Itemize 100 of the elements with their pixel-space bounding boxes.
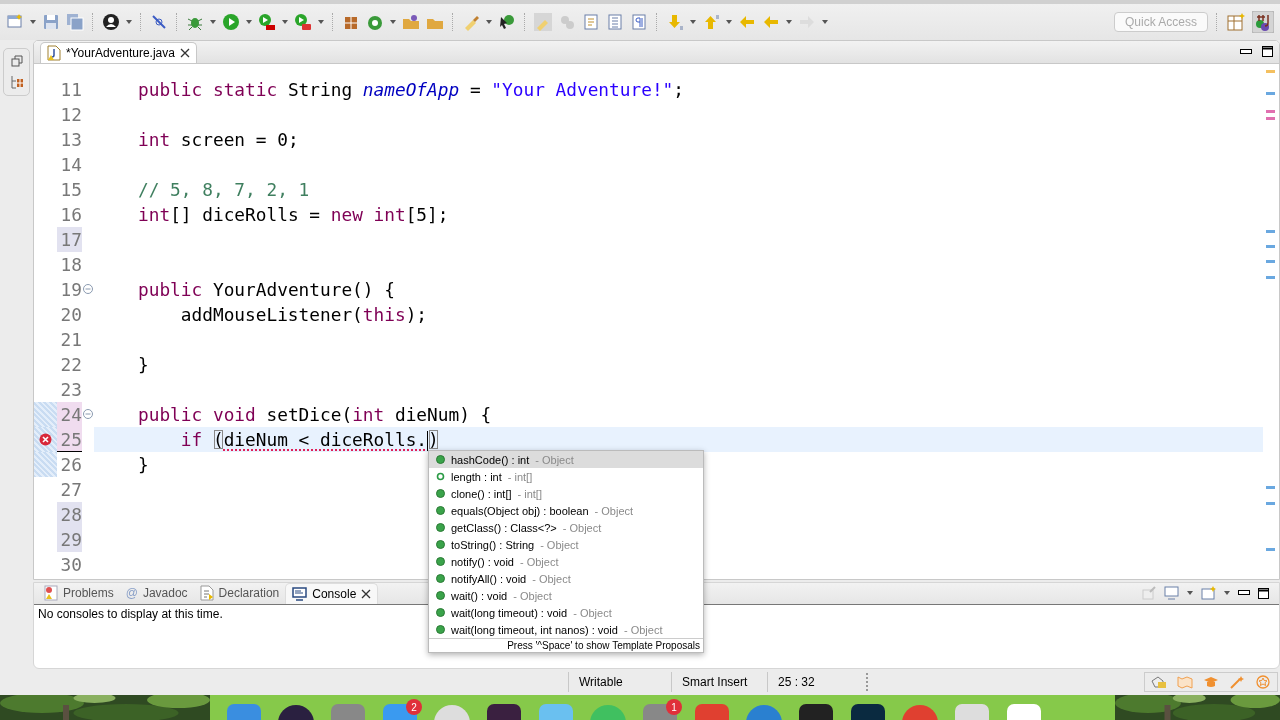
line-number: 26	[59, 452, 82, 477]
pilcrow-icon[interactable]	[630, 12, 648, 31]
line-number: 30	[59, 552, 82, 577]
code-line: // 5, 8, 7, 2, 1	[138, 178, 310, 200]
completion-item[interactable]: wait() : void - Object	[429, 587, 703, 604]
document-icon[interactable]	[582, 12, 600, 31]
cursor-position: 25 : 32	[767, 671, 862, 692]
java-file-icon	[47, 44, 61, 61]
code-line: public void setDice(int dieNum) {	[138, 403, 492, 425]
quick-access-field[interactable]: Quick Access	[1114, 11, 1208, 32]
panel-tab[interactable]: Problems	[38, 582, 120, 604]
completion-item[interactable]: getClass() : Class<?> - Object	[429, 519, 703, 536]
panel-tab[interactable]: Console	[285, 582, 379, 604]
maximize-icon[interactable]	[1258, 587, 1269, 599]
monitor-icon[interactable]	[1164, 586, 1179, 601]
code-line: addMouseListener(this);	[179, 303, 428, 325]
line-number: 21	[59, 327, 82, 352]
document-icon[interactable]	[606, 12, 624, 31]
caret-icon[interactable]	[1187, 591, 1193, 596]
play-icon[interactable]	[222, 12, 240, 31]
caret-icon[interactable]	[318, 19, 324, 24]
line-number: 19	[59, 277, 82, 302]
completion-item[interactable]: length : int - int[]	[429, 468, 703, 485]
pin-icon[interactable]	[1142, 586, 1156, 601]
problems-icon	[44, 585, 58, 602]
line-number: 22	[59, 352, 82, 377]
caret-icon[interactable]	[786, 19, 792, 24]
completion-hint: Press '^Space' to show Template Proposals	[429, 638, 703, 652]
caret-icon[interactable]	[822, 19, 828, 24]
close-icon[interactable]	[179, 47, 190, 58]
java-perspective-icon[interactable]	[1252, 10, 1274, 33]
panel-tab[interactable]: @ Javadoc	[119, 582, 194, 604]
line-number: 20	[59, 302, 82, 327]
line-number: 15	[59, 177, 82, 202]
code-line: public YourAdventure() {	[138, 278, 395, 300]
completion-item[interactable]: wait(long timeout, int nanos) : void - Object	[429, 621, 703, 638]
map-icon[interactable]	[1177, 674, 1193, 689]
arrow-up-icon[interactable]	[702, 12, 720, 31]
slash-icon[interactable]	[150, 12, 168, 31]
completion-item[interactable]: wait(long timeout) : void - Object	[429, 604, 703, 621]
graduation-cap-icon[interactable]	[1203, 674, 1219, 689]
caret-icon[interactable]	[1224, 591, 1230, 596]
line-number: 24	[57, 401, 82, 427]
caret-icon[interactable]	[690, 19, 696, 24]
console-message: No consoles to display at this time.	[37, 605, 224, 623]
panel-tab[interactable]: Declaration	[193, 582, 286, 604]
field-icon	[436, 472, 445, 481]
line-number: 16	[59, 202, 82, 227]
line-number: 25	[57, 426, 82, 452]
line-number: 17	[57, 226, 82, 252]
person-icon[interactable]	[102, 12, 120, 31]
completion-item[interactable]: toString() : String - Object	[429, 536, 703, 553]
method-icon	[436, 455, 445, 464]
caret-icon[interactable]	[486, 19, 492, 24]
insert-mode-label: Smart Insert	[671, 671, 767, 692]
minimize-icon[interactable]	[1240, 48, 1252, 55]
restore-icon[interactable]	[10, 54, 23, 67]
outline-icon[interactable]	[9, 74, 24, 89]
minimize-icon[interactable]	[1238, 590, 1250, 597]
hand-icon[interactable]	[1151, 674, 1167, 689]
play-icon[interactable]	[258, 12, 276, 31]
edit-mode-label: Writable	[568, 671, 671, 692]
caret-icon[interactable]	[210, 19, 216, 24]
code-line: int screen = 0;	[138, 128, 299, 150]
completion-item[interactable]: equals(Object obj) : boolean - Object	[429, 502, 703, 519]
declaration-icon	[199, 585, 214, 602]
code-line: int[] diceRolls = new int[5];	[138, 203, 449, 225]
completion-item[interactable]: hashCode() : int - Object	[429, 451, 703, 468]
completion-item[interactable]: notify() : void - Object	[429, 553, 703, 570]
completion-item[interactable]: notifyAll() : void - Object	[429, 570, 703, 587]
caret-icon[interactable]	[126, 19, 132, 24]
completion-item[interactable]: clone() : int[] - int[]	[429, 485, 703, 502]
play-icon[interactable]	[294, 12, 312, 31]
code-line: if (dieNum < diceRolls.)	[179, 428, 439, 450]
arrow-down-icon[interactable]	[666, 12, 684, 31]
fold-icon[interactable]	[83, 284, 93, 295]
editor-tab[interactable]: *YourAdventure.java	[40, 41, 197, 63]
fold-icon[interactable]	[83, 409, 93, 420]
code-line: }	[138, 453, 149, 475]
star-icon[interactable]	[1255, 674, 1271, 689]
line-number: 28	[57, 501, 82, 527]
window-icon[interactable]	[6, 12, 24, 31]
caret-icon[interactable]	[390, 19, 396, 24]
close-icon[interactable]	[361, 588, 372, 599]
line-number: 11	[59, 77, 82, 102]
caret-icon[interactable]	[30, 19, 36, 24]
maximize-icon[interactable]	[1262, 46, 1273, 58]
notification-badge: 1	[666, 699, 682, 716]
folder-icon[interactable]	[402, 12, 420, 31]
line-number: 29	[57, 526, 82, 552]
disks-icon[interactable]	[66, 12, 84, 31]
window-icon[interactable]	[1201, 586, 1216, 601]
line-number: 27	[59, 477, 82, 502]
line-number: 13	[59, 127, 82, 152]
wand-icon[interactable]	[1229, 674, 1245, 689]
caret-icon[interactable]	[726, 19, 732, 24]
caret-icon[interactable]	[246, 19, 252, 24]
table-icon[interactable]	[1226, 11, 1246, 32]
caret-icon[interactable]	[282, 19, 288, 24]
arrow-icon[interactable]	[498, 12, 516, 31]
